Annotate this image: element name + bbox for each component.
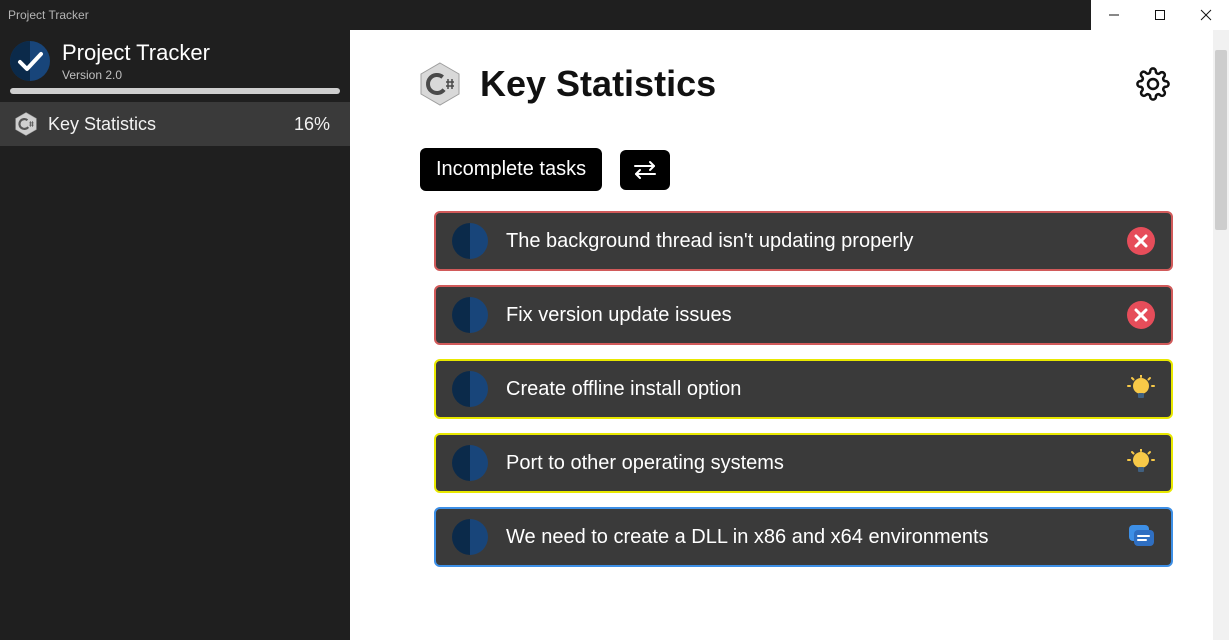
task-text: The background thread isn't updating pro… <box>506 230 1109 253</box>
sidebar-progress-fill <box>10 88 340 94</box>
titlebar: Project Tracker <box>0 0 1229 30</box>
task-avatar <box>452 519 488 555</box>
sidebar-header: Project Tracker Version 2.0 <box>0 30 350 88</box>
app-logo-icon <box>10 41 50 81</box>
maximize-button[interactable] <box>1137 0 1183 30</box>
gear-icon <box>1136 67 1170 101</box>
task-text: Fix version update issues <box>506 304 1109 327</box>
task-row[interactable]: Port to other operating systems <box>434 433 1173 493</box>
task-row[interactable]: Fix version update issues <box>434 285 1173 345</box>
task-row[interactable]: The background thread isn't updating pro… <box>434 211 1173 271</box>
sidebar-progress <box>0 88 350 102</box>
sidebar-item-percent: 16% <box>294 114 330 135</box>
scroll-thumb[interactable] <box>1215 50 1227 230</box>
page-title: Key Statistics <box>480 63 716 105</box>
close-button[interactable] <box>1183 0 1229 30</box>
scrollbar[interactable] <box>1213 30 1229 640</box>
sidebar-title: Project Tracker <box>62 40 210 66</box>
main-area: Key Statistics Incomplete tasks <box>350 30 1229 640</box>
window-title: Project Tracker <box>8 8 89 22</box>
minimize-icon <box>1108 9 1120 21</box>
task-list: The background thread isn't updating pro… <box>434 211 1173 567</box>
task-avatar <box>452 445 488 481</box>
window-controls <box>1091 0 1229 30</box>
task-status-icon <box>1127 523 1155 551</box>
settings-button[interactable] <box>1133 64 1173 104</box>
task-status-icon <box>1127 449 1155 477</box>
task-text: We need to create a DLL in x86 and x64 e… <box>506 526 1109 549</box>
task-row[interactable]: We need to create a DLL in x86 and x64 e… <box>434 507 1173 567</box>
task-status-icon <box>1127 301 1155 329</box>
task-status-icon <box>1127 375 1155 403</box>
swap-arrows-icon <box>632 160 658 180</box>
app-window: Project Tracker Proj <box>0 0 1229 640</box>
minimize-button[interactable] <box>1091 0 1137 30</box>
filter-incomplete-button[interactable]: Incomplete tasks <box>420 148 602 191</box>
task-text: Port to other operating systems <box>506 452 1109 475</box>
sidebar-subtitle: Version 2.0 <box>62 68 210 82</box>
task-status-icon <box>1127 227 1155 255</box>
sidebar-item-label: Key Statistics <box>48 114 156 135</box>
task-avatar <box>452 297 488 333</box>
close-icon <box>1200 9 1212 21</box>
swap-button[interactable] <box>620 150 670 190</box>
maximize-icon <box>1154 9 1166 21</box>
task-text: Create offline install option <box>506 378 1109 401</box>
content: Key Statistics Incomplete tasks <box>350 30 1213 640</box>
task-avatar <box>452 223 488 259</box>
csharp-hex-icon <box>420 62 460 106</box>
filter-label: Incomplete tasks <box>436 158 586 180</box>
csharp-hex-icon <box>14 112 38 136</box>
app-body: Project Tracker Version 2.0 <box>0 30 1229 640</box>
sidebar-item-key-statistics[interactable]: Key Statistics 16% <box>0 102 350 146</box>
filter-row: Incomplete tasks <box>420 148 1173 191</box>
task-avatar <box>452 371 488 407</box>
sidebar: Project Tracker Version 2.0 <box>0 30 350 640</box>
task-row[interactable]: Create offline install option <box>434 359 1173 419</box>
page-header: Key Statistics <box>420 62 1173 106</box>
